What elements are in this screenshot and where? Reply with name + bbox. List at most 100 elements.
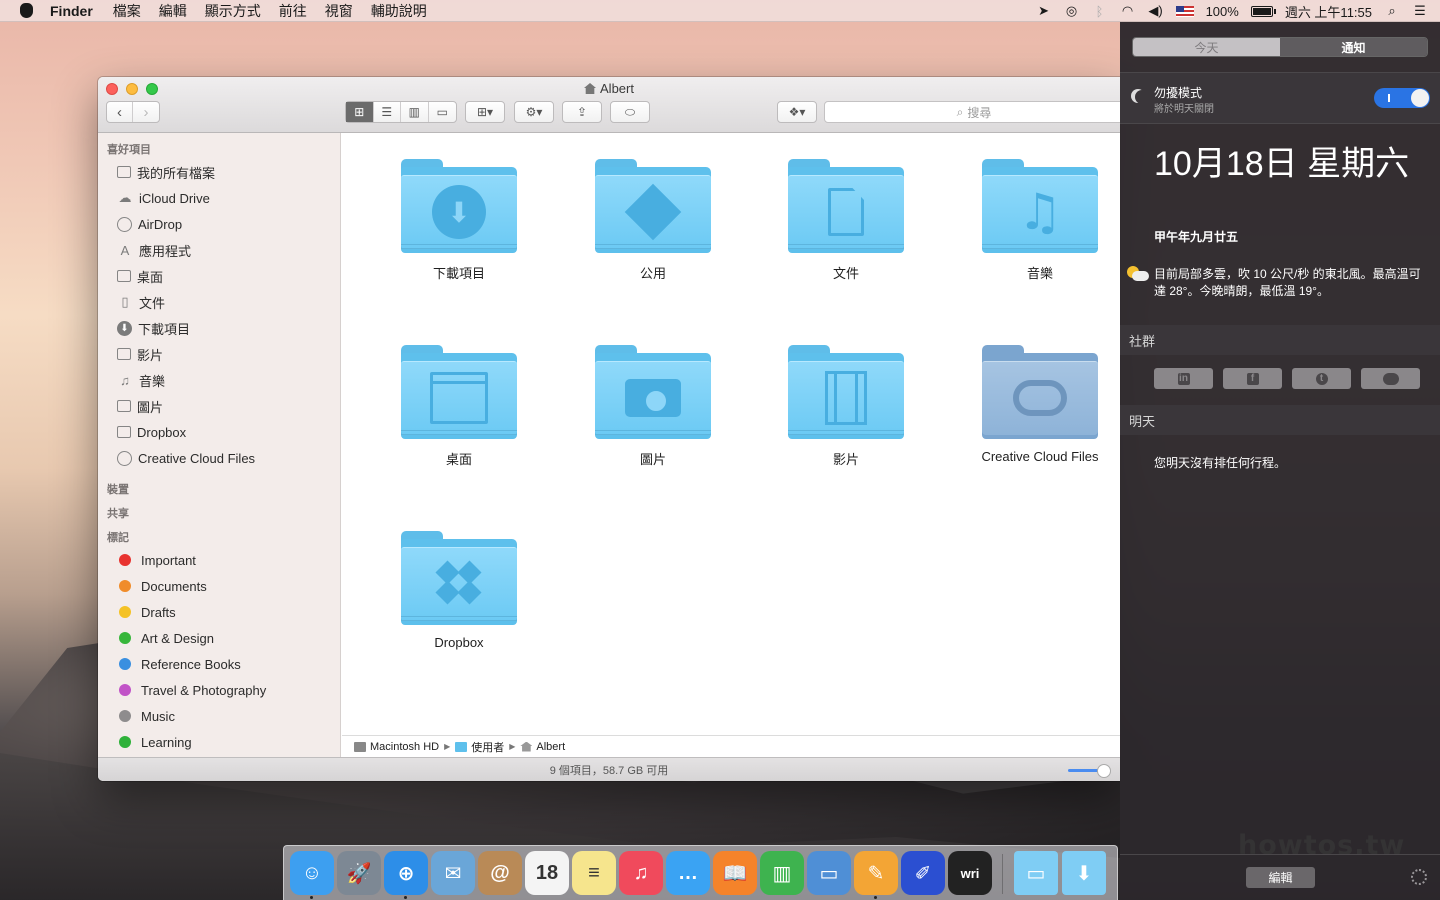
sidebar-tag-item[interactable]: Reference Books <box>98 651 340 677</box>
mail-dock-icon[interactable]: ✉ <box>431 851 475 895</box>
icon-size-slider[interactable] <box>1068 764 1111 778</box>
edit-button[interactable]: 編輯 <box>1246 867 1315 888</box>
apple-menu-icon[interactable] <box>16 1 36 21</box>
spotlight-icon[interactable]: ⌕ <box>1384 3 1400 18</box>
tab-today[interactable]: 今天 <box>1133 38 1280 56</box>
social-header: 社群 <box>1120 325 1440 355</box>
sidebar-tag-item[interactable]: Music <box>98 703 340 729</box>
share-button[interactable]: ⇪ <box>562 101 602 123</box>
menu-clock[interactable]: 週六 上午11:55 <box>1285 2 1372 21</box>
tab-notifications[interactable]: 通知 <box>1280 38 1427 56</box>
message-bubble-icon: msg <box>1382 372 1399 385</box>
bluetooth-icon[interactable]: ᛒ <box>1092 4 1108 19</box>
icon-view-icon[interactable]: ⊞ <box>346 102 374 122</box>
sidebar-header-devices[interactable]: 裝置 <box>107 481 340 496</box>
sidebar-item[interactable]: A 應用程式 <box>98 237 340 263</box>
facebook-button[interactable]: f <box>1223 368 1282 389</box>
sidebar-item[interactable]: Dropbox <box>98 419 340 445</box>
sidebar-item-label: 我的所有檔案 <box>137 165 216 181</box>
folder-item[interactable]: 桌面 <box>369 319 549 479</box>
action-button[interactable]: ⚙▾ <box>514 101 554 123</box>
facebook-icon: f <box>1246 372 1259 385</box>
sidebar-item[interactable]: AirDrop <box>98 211 340 237</box>
keynote-dock-icon[interactable]: ▭ <box>807 851 851 895</box>
messages-dock-icon[interactable]: … <box>666 851 710 895</box>
folder-item[interactable]: 影片 <box>756 319 936 479</box>
sidebar-item[interactable]: ♫ 音樂 <box>98 367 340 393</box>
pictures-icon <box>117 400 131 412</box>
notes-dock-icon[interactable]: ≡ <box>572 851 616 895</box>
menu-view[interactable]: 顯示方式 <box>205 1 261 21</box>
documents-stack-icon[interactable]: ▭ <box>1014 851 1058 895</box>
sidebar-tag-item[interactable]: Documents <box>98 573 340 599</box>
folder-item[interactable]: Dropbox <box>369 505 549 665</box>
ibooks-dock-icon[interactable]: 📖 <box>713 851 757 895</box>
list-view-icon[interactable]: ☰ <box>374 102 401 122</box>
sidebar-item[interactable]: 影片 <box>98 341 340 367</box>
folder-item[interactable]: 圖片 <box>563 319 743 479</box>
path-item[interactable]: 使用者 <box>471 739 504 755</box>
menu-file[interactable]: 檔案 <box>113 1 141 21</box>
back-button[interactable]: ‹ <box>107 102 134 122</box>
forward-button[interactable]: › <box>133 102 159 122</box>
sidebar-header-shared[interactable]: 共享 <box>107 505 340 520</box>
sidebar-tag-item[interactable]: Travel & Photography <box>98 677 340 703</box>
twitter-button[interactable]: t <box>1292 368 1351 389</box>
path-item[interactable]: Macintosh HD <box>370 741 439 753</box>
safari-dock-icon[interactable]: ⊕ <box>384 851 428 895</box>
home-icon <box>520 741 533 752</box>
app-menu[interactable]: Finder <box>50 3 93 19</box>
sidebar-item[interactable]: 圖片 <box>98 393 340 419</box>
sidebar-tag-item[interactable]: Important <box>98 547 340 573</box>
folder-item[interactable]: ♫ 音樂 <box>950 133 1120 293</box>
today-date: 10月18日 星期六 <box>1154 145 1410 183</box>
creative-cloud-menu-icon[interactable]: ◎ <box>1064 3 1080 18</box>
sidebar-tag-item[interactable]: Art & Design <box>98 625 340 651</box>
calendar-dock-icon[interactable]: 18 <box>525 851 569 895</box>
folder-item[interactable]: 文件 <box>756 133 936 293</box>
sidebar-item[interactable]: ☁ iCloud Drive <box>98 185 340 211</box>
location-icon[interactable]: ➤ <box>1036 3 1052 18</box>
wifi-icon[interactable]: ◠ <box>1120 3 1136 18</box>
column-view-icon[interactable]: ▥ <box>401 102 429 122</box>
sidebar-tag-item[interactable]: Drafts <box>98 599 340 625</box>
input-source-flag-icon[interactable] <box>1175 5 1194 17</box>
arrange-button[interactable]: ⊞▾ <box>465 101 505 123</box>
battery-icon[interactable] <box>1250 5 1276 17</box>
menu-help[interactable]: 輔助說明 <box>371 1 427 21</box>
folder-item[interactable]: ⬇ 下載項目 <box>369 133 549 293</box>
sidebar-item[interactable]: 桌面 <box>98 263 340 289</box>
writer-dock-icon[interactable]: wri <box>948 851 992 895</box>
menu-edit[interactable]: 編輯 <box>159 1 187 21</box>
coverflow-view-icon[interactable]: ▭ <box>429 102 456 122</box>
search-field[interactable]: ⌕ 搜尋 <box>824 101 1120 123</box>
path-item[interactable]: Albert <box>536 741 565 753</box>
folder-item[interactable]: Creative Cloud Files <box>950 319 1120 479</box>
itunes-dock-icon[interactable]: ♫ <box>619 851 663 895</box>
sidebar-item[interactable]: 我的所有檔案 <box>98 159 340 185</box>
dropbox-toolbar-button[interactable]: ❖▾ <box>777 101 817 123</box>
notification-center-icon[interactable]: ☰ <box>1412 3 1428 18</box>
contacts-dock-icon[interactable]: @ <box>478 851 522 895</box>
sidebar-item[interactable]: ▯ 文件 <box>98 289 340 315</box>
launchpad-dock-icon[interactable]: 🚀 <box>337 851 381 895</box>
menu-go[interactable]: 前往 <box>279 1 307 21</box>
sidebar-header-tags[interactable]: 標記 <box>107 529 340 544</box>
menu-window[interactable]: 視窗 <box>325 1 353 21</box>
sidebar-tag-item[interactable]: Learning <box>98 729 340 755</box>
folder-item[interactable]: 公用 <box>563 133 743 293</box>
pages-dock-icon[interactable]: ✎ <box>854 851 898 895</box>
settings-gear-icon[interactable] <box>1411 869 1427 885</box>
search-placeholder: 搜尋 <box>967 105 992 120</box>
sidebar-item[interactable]: Creative Cloud Files <box>98 445 340 471</box>
sketch-dock-icon[interactable]: ✐ <box>901 851 945 895</box>
finder-dock-icon[interactable]: ☺ <box>290 851 334 895</box>
messages-button[interactable]: msg <box>1361 368 1420 389</box>
dnd-toggle[interactable] <box>1374 88 1430 108</box>
volume-icon[interactable]: ◀) <box>1148 3 1164 18</box>
linkedin-button[interactable]: in <box>1154 368 1213 389</box>
tags-button[interactable]: ⬭ <box>610 101 650 123</box>
downloads-stack-icon[interactable]: ⬇ <box>1062 851 1106 895</box>
sidebar-item[interactable]: ⬇ 下載項目 <box>98 315 340 341</box>
numbers-dock-icon[interactable]: ▥ <box>760 851 804 895</box>
